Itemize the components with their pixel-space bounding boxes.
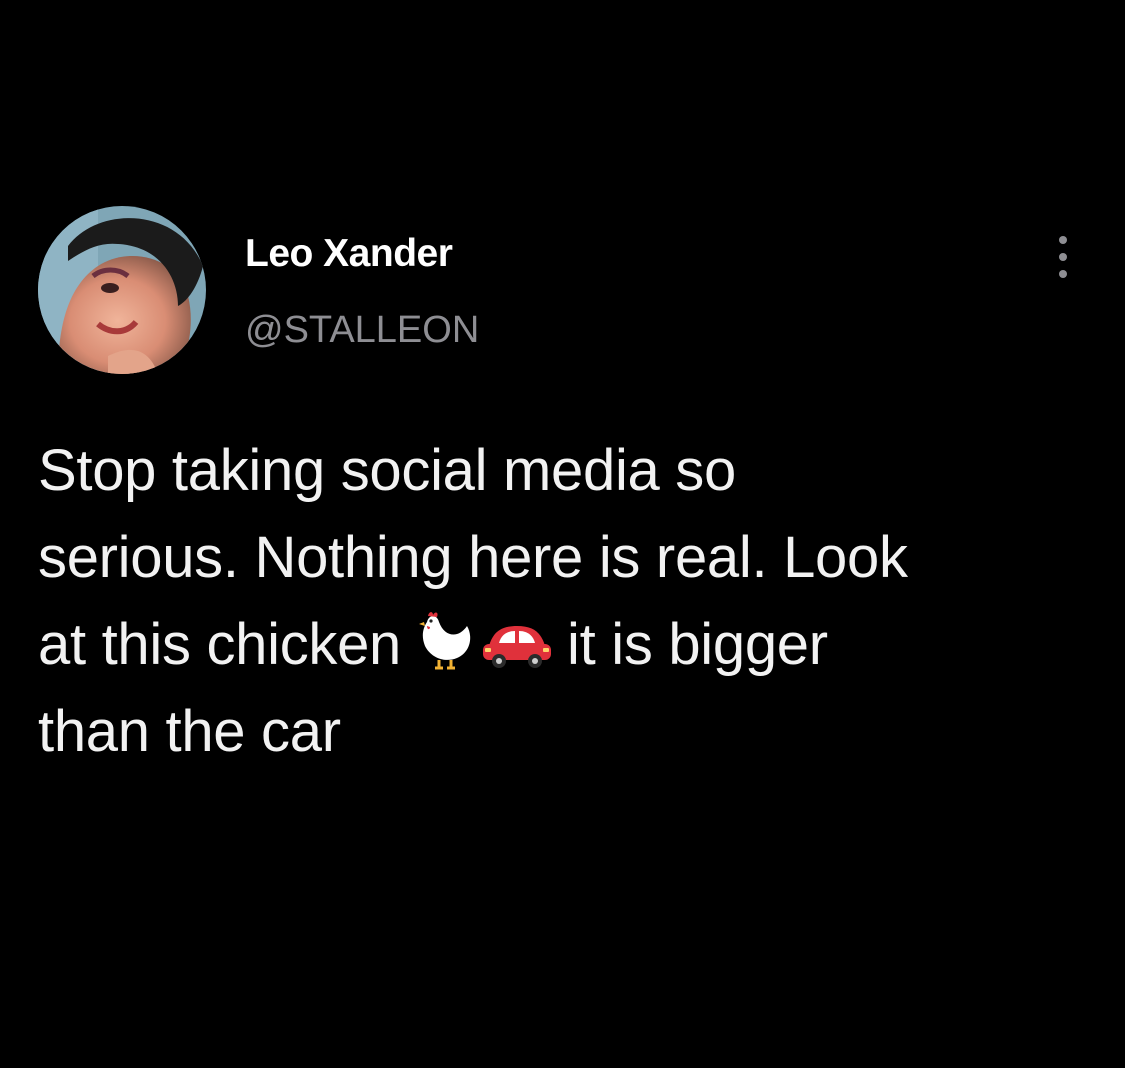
avatar[interactable] (38, 206, 206, 374)
avatar-photo-icon (38, 206, 206, 374)
red-car-emoji-icon (479, 616, 555, 672)
author-handle[interactable]: @STALLEON (245, 309, 479, 352)
tweet-text-line: at this chicken it is bigger (38, 601, 1098, 688)
more-dot (1059, 270, 1067, 278)
author-display-name[interactable]: Leo Xander (245, 232, 453, 276)
tweet-text: Stop taking social media so serious. Not… (38, 427, 1098, 775)
more-dot (1059, 253, 1067, 261)
tweet-text-segment: at this chicken (38, 612, 402, 677)
chicken-emoji-icon (415, 608, 475, 672)
tweet-text-line: Stop taking social media so (38, 438, 736, 503)
tweet-text-segment: it is bigger (567, 612, 828, 677)
more-dot (1059, 236, 1067, 244)
tweet-text-line: serious. Nothing here is real. Look (38, 525, 908, 590)
tweet-text-line: than the car (38, 699, 341, 764)
more-vertical-icon[interactable] (1046, 232, 1080, 282)
tweet-card: Leo Xander @STALLEON Stop taking social … (0, 0, 1125, 1068)
